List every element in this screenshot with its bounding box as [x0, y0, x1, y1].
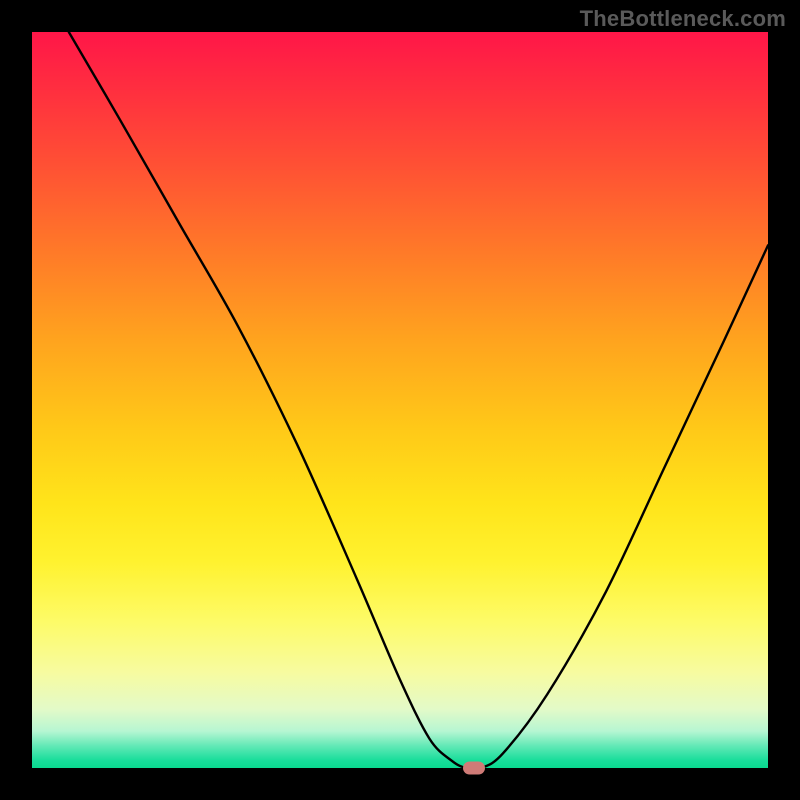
bottleneck-curve [69, 32, 768, 768]
plot-area [32, 32, 768, 768]
optimal-marker [463, 762, 485, 775]
chart-frame: TheBottleneck.com [0, 0, 800, 800]
watermark-text: TheBottleneck.com [580, 6, 786, 32]
curve-svg [32, 32, 768, 768]
